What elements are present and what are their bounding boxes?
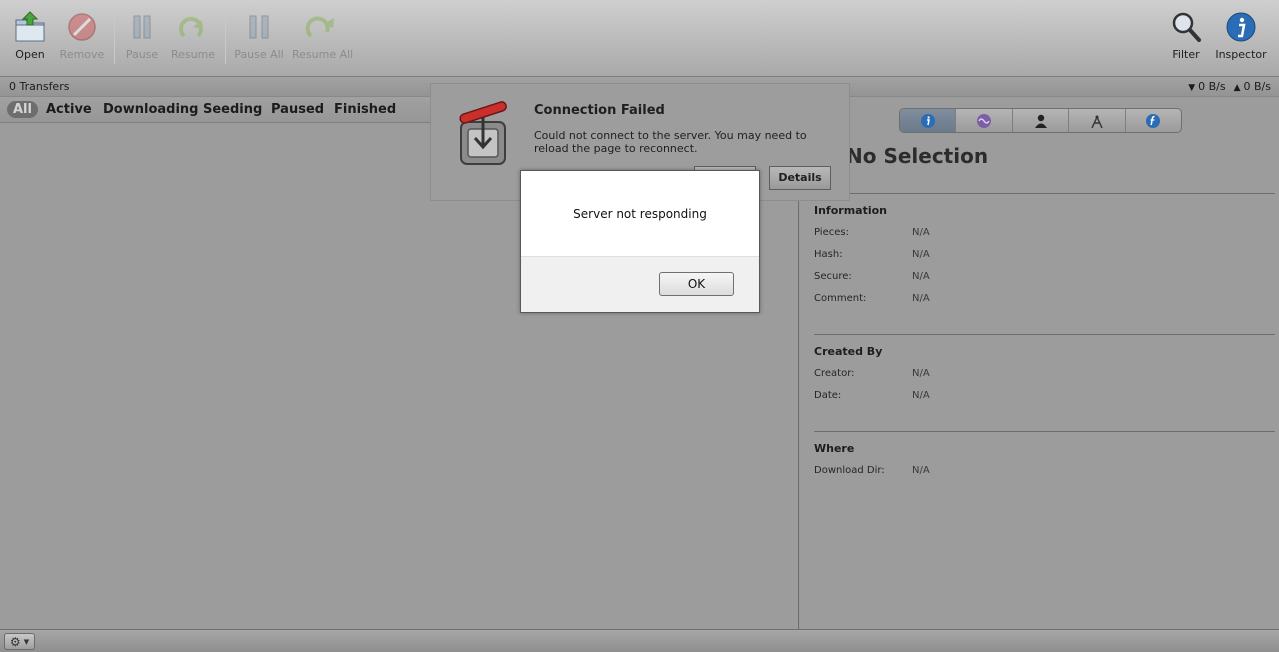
hash-label: Hash:: [814, 249, 843, 260]
upload-speed: ▲ 0 B/s: [1233, 80, 1271, 93]
speed-readout: ▼ 0 B/s ▲ 0 B/s: [1188, 80, 1271, 93]
hash-value: N/A: [912, 249, 930, 260]
toolbar: Open Remove Pause Resume Pause All Resum…: [0, 0, 1279, 77]
inspector-title: No Selection: [846, 144, 989, 168]
pause-all-icon: [249, 15, 269, 39]
inspector-button[interactable]: Inspector: [1211, 10, 1271, 61]
inspector-tabs: [899, 108, 1182, 133]
peers-icon: [1034, 114, 1047, 128]
divider: [814, 193, 1275, 194]
divider: [814, 431, 1275, 432]
open-button[interactable]: Open: [0, 10, 60, 61]
download-dir-value: N/A: [912, 465, 930, 476]
inspector-tab-activity[interactable]: [956, 109, 1013, 132]
filter-seeding[interactable]: Seeding: [203, 102, 262, 117]
filter-finished[interactable]: Finished: [334, 102, 396, 117]
chevron-down-icon: ▼: [23, 637, 30, 646]
download-arrow-icon: ▼: [1188, 83, 1196, 93]
remove-icon: [68, 13, 96, 41]
pause-icon: [133, 15, 151, 39]
upload-arrow-icon: ▲: [1233, 83, 1241, 93]
alert-footer: OK: [521, 256, 759, 312]
filter-active[interactable]: Active: [46, 102, 92, 117]
section-where: Where: [814, 442, 855, 455]
files-icon: [1146, 113, 1161, 128]
secure-value: N/A: [912, 271, 930, 282]
alert-message: Server not responding: [573, 207, 707, 221]
transmission-logo-icon: [459, 101, 507, 165]
filter-button[interactable]: Filter: [1156, 10, 1216, 61]
resume-icon: [179, 16, 203, 38]
connection-failed-message: Could not connect to the server. You may…: [534, 129, 807, 155]
settings-menu-button[interactable]: ⚙ ▼: [4, 633, 35, 650]
info-icon: [920, 113, 935, 128]
filter-paused[interactable]: Paused: [271, 102, 324, 117]
divider: [814, 334, 1275, 335]
ok-button[interactable]: OK: [659, 272, 734, 296]
resume-all-icon: [305, 16, 334, 38]
inspector-tab-files[interactable]: [1126, 109, 1181, 132]
comment-value: N/A: [912, 293, 930, 304]
alert-dialog: Server not responding OK: [520, 170, 760, 313]
details-button[interactable]: Details: [769, 166, 831, 190]
pieces-label: Pieces:: [814, 227, 849, 238]
transfer-count: 0 Transfers: [9, 80, 70, 93]
section-created-by: Created By: [814, 345, 883, 358]
open-folder-icon: [15, 11, 45, 42]
inspector-tab-peers[interactable]: [1013, 109, 1070, 132]
gear-icon: ⚙: [9, 634, 21, 649]
pause-all-button[interactable]: Pause All: [229, 10, 289, 61]
date-label: Date:: [814, 390, 842, 401]
comment-label: Comment:: [814, 293, 867, 304]
filter-downloading[interactable]: Downloading: [103, 102, 198, 117]
creator-value: N/A: [912, 368, 930, 379]
creator-label: Creator:: [814, 368, 855, 379]
section-information: Information: [814, 204, 887, 217]
pieces-value: N/A: [912, 227, 930, 238]
activity-icon: [977, 113, 992, 128]
remove-button[interactable]: Remove: [52, 10, 112, 61]
date-value: N/A: [912, 390, 930, 401]
resume-all-button[interactable]: Resume All: [292, 10, 353, 61]
info-icon: [1226, 12, 1256, 42]
magnifier-icon: [1172, 12, 1201, 42]
download-speed: ▼ 0 B/s: [1188, 80, 1226, 93]
filter-all[interactable]: All: [7, 101, 38, 118]
toolbar-separator: [225, 14, 226, 64]
inspector-tab-info[interactable]: [900, 109, 957, 132]
connection-failed-title: Connection Failed: [534, 103, 665, 118]
inspector-tab-trackers[interactable]: [1069, 109, 1126, 132]
trackers-icon: [1091, 115, 1103, 128]
bottom-bar: ⚙ ▼: [0, 629, 1279, 652]
inspector-panel: No Selection Information Pieces: N/A Has…: [800, 97, 1279, 629]
secure-label: Secure:: [814, 271, 852, 282]
download-dir-label: Download Dir:: [814, 465, 885, 476]
resume-button[interactable]: Resume: [163, 10, 223, 61]
